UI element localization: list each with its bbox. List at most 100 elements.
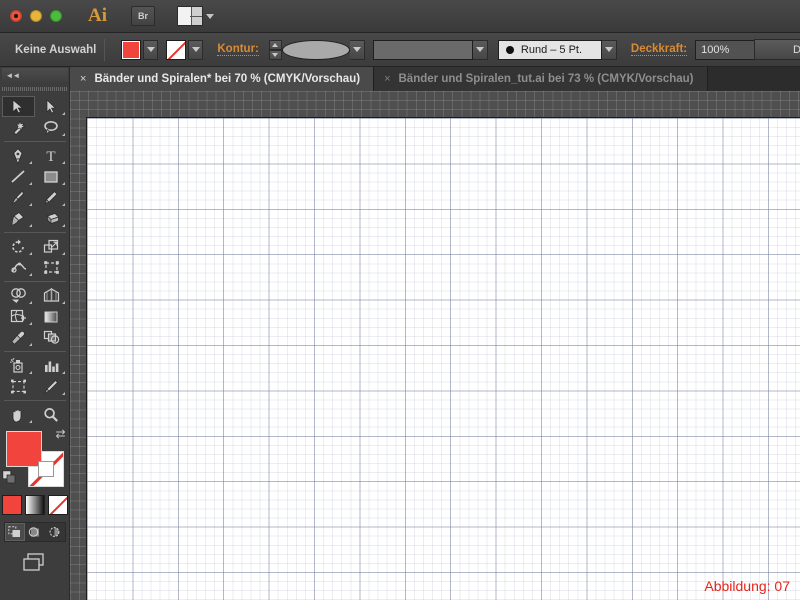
app-logo-icon: Ai (88, 5, 107, 26)
fill-stroke-proxy: ⇄ (1, 427, 68, 491)
tool-grid: T (0, 96, 69, 425)
illustrator-window: Ai Br Keine Auswahl Kontur: Rund – 5 Pt.… (0, 0, 800, 600)
draw-behind-button[interactable] (25, 523, 45, 541)
selection-tool[interactable] (1, 96, 35, 117)
svg-text:T: T (46, 149, 55, 163)
brush-combo[interactable]: Rund – 5 Pt. (497, 39, 617, 60)
document-tab-2[interactable]: × Bänder und Spiralen_tut.ai bei 73 % (C… (374, 67, 708, 91)
zoom-tool[interactable] (35, 404, 68, 425)
brush-dropdown-button[interactable] (601, 39, 617, 60)
direct-selection-tool[interactable] (35, 96, 68, 117)
blob-brush-tool[interactable] (2, 208, 35, 229)
zoom-window-button[interactable] (50, 10, 62, 22)
eraser-tool[interactable] (35, 208, 68, 229)
rotate-tool[interactable] (2, 236, 35, 257)
close-tab-icon[interactable]: × (384, 73, 390, 85)
stroke-weight-increase-button[interactable] (268, 39, 282, 50)
free-transform-tool[interactable] (35, 257, 68, 278)
tools-panel-collapse-button[interactable]: ◄◄ (1, 68, 68, 82)
width-tool[interactable] (2, 257, 35, 278)
opacity-input[interactable]: 100% (695, 39, 758, 60)
stroke-weight-input[interactable] (281, 39, 350, 60)
control-bar: Keine Auswahl Kontur: Rund – 5 Pt. Deckk… (0, 33, 800, 67)
stroke-weight-combo[interactable] (281, 39, 365, 60)
stroke-weight-dropdown-button[interactable] (349, 39, 365, 60)
pen-tool[interactable] (2, 145, 35, 166)
document-tab-1[interactable]: × Bänder und Spiralen* bei 70 % (CMYK/Vo… (70, 67, 375, 91)
divider (104, 38, 106, 61)
bridge-button[interactable]: Br (131, 6, 155, 26)
brush-definition-label: Rund – 5 Pt. (520, 43, 583, 56)
blend-tool[interactable] (35, 327, 68, 348)
double-chevron-left-icon: ◄◄ (5, 70, 21, 80)
document-tab-1-label: Bänder und Spiralen* bei 70 % (CMYK/Vors… (94, 73, 361, 85)
hand-tool[interactable] (2, 404, 35, 425)
artboard[interactable] (86, 117, 800, 600)
artboard-tool[interactable] (2, 376, 35, 397)
tools-panel: ◄◄ T ⇄ (0, 67, 70, 600)
opacity-label[interactable]: Deckkraft: (630, 43, 688, 56)
default-fill-stroke-icon[interactable] (1, 470, 18, 491)
close-tab-icon[interactable]: × (80, 73, 86, 85)
fill-dropdown-button[interactable] (143, 39, 159, 60)
minimize-window-button[interactable] (30, 10, 42, 22)
draw-inside-button[interactable] (45, 523, 65, 541)
stroke-profile-combo[interactable] (372, 39, 488, 60)
type-tool[interactable]: T (35, 145, 68, 166)
paintbrush-tool[interactable] (2, 187, 35, 208)
stroke-control[interactable] (166, 39, 204, 60)
round-brush-icon (505, 45, 514, 54)
close-window-button[interactable] (10, 10, 22, 22)
swap-fill-stroke-icon[interactable]: ⇄ (55, 427, 65, 441)
stroke-swatch[interactable] (166, 39, 187, 60)
stroke-weight-label[interactable]: Kontur: (217, 43, 259, 56)
arrange-documents-icon (177, 6, 203, 26)
selection-status-label: Keine Auswahl (15, 43, 97, 56)
change-screen-mode-button[interactable] (2, 552, 68, 574)
divider (3, 400, 66, 401)
rectangle-tool[interactable] (35, 166, 68, 187)
eyedropper-tool[interactable] (2, 327, 35, 348)
lasso-tool[interactable] (35, 117, 68, 138)
fill-control[interactable] (121, 39, 159, 60)
stroke-weight-decrease-button[interactable] (268, 49, 282, 60)
none-button[interactable] (47, 495, 68, 515)
stroke-dropdown-button[interactable] (188, 39, 204, 60)
slice-tool[interactable] (35, 376, 68, 397)
document-tab-bar: × Bänder und Spiralen* bei 70 % (CMYK/Vo… (70, 67, 800, 91)
color-button[interactable] (1, 495, 22, 515)
divider (3, 232, 66, 233)
document-tab-2-label: Bänder und Spiralen_tut.ai bei 73 % (CMY… (398, 73, 694, 85)
canvas-area[interactable]: Abbildung: 07 (70, 91, 800, 600)
drawing-mode-buttons (3, 522, 66, 542)
title-bar: Ai Br (0, 0, 800, 33)
shape-builder-tool[interactable] (2, 285, 35, 306)
divider (3, 281, 66, 282)
gradient-tool[interactable] (35, 306, 68, 327)
stroke-profile-dropdown-button[interactable] (472, 39, 488, 60)
magic-wand-tool[interactable] (2, 117, 35, 138)
chevron-down-icon (206, 13, 214, 19)
gradient-button[interactable] (24, 495, 45, 515)
window-controls (0, 10, 62, 22)
draw-normal-button[interactable] (4, 523, 25, 541)
brush-definition-field[interactable]: Rund – 5 Pt. (497, 39, 602, 60)
arrange-documents-button[interactable] (177, 6, 214, 26)
scale-tool[interactable] (35, 236, 68, 257)
perspective-grid-tool[interactable] (35, 285, 68, 306)
mesh-tool[interactable] (2, 306, 35, 327)
column-graph-tool[interactable] (35, 355, 68, 376)
fill-proxy-swatch[interactable] (5, 431, 42, 467)
divider (3, 351, 66, 352)
pencil-tool[interactable] (35, 187, 68, 208)
stroke-proxy-inner (37, 461, 54, 477)
symbol-sprayer-tool[interactable] (2, 355, 35, 376)
stroke-profile-input[interactable] (372, 39, 473, 60)
tools-panel-gripper[interactable] (1, 84, 68, 93)
stroke-weight-stepper[interactable] (268, 39, 282, 60)
color-mode-buttons (1, 495, 68, 515)
fill-swatch[interactable] (121, 39, 142, 60)
document-setup-button[interactable]: Do (754, 39, 800, 60)
line-segment-tool[interactable] (2, 166, 35, 187)
figure-caption: Abbildung: 07 (704, 578, 790, 594)
